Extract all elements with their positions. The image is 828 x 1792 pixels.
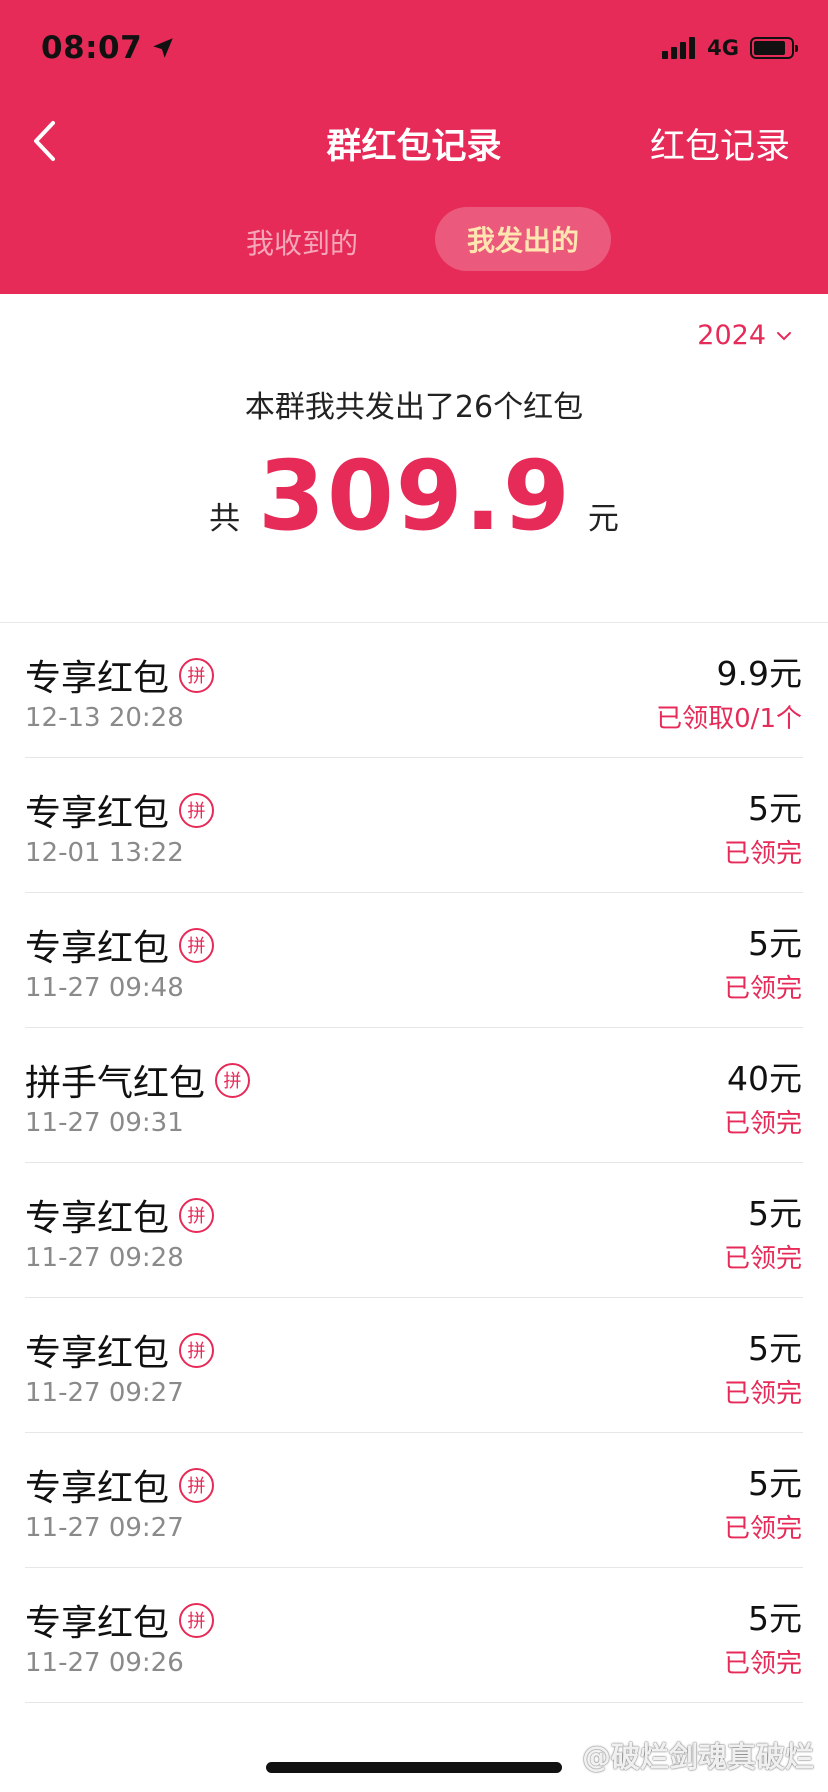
record-time: 11-27 09:48 <box>25 973 184 1003</box>
record-name: 专享红包 <box>25 1468 170 1509</box>
record-status: 已领完 <box>723 839 802 869</box>
status-time-text: 08:07 <box>41 30 143 66</box>
record-amount: 40元 <box>727 1059 802 1098</box>
record-time: 12-13 20:28 <box>25 703 184 733</box>
record-status: 已领完 <box>723 1244 802 1274</box>
back-button[interactable] <box>26 118 62 164</box>
pin-badge-icon: 拼 <box>179 657 215 693</box>
battery-level <box>754 41 785 55</box>
record-status: 已领取0/1个 <box>656 704 802 734</box>
home-indicator[interactable] <box>266 1762 562 1773</box>
pin-badge-icon: 拼 <box>179 1197 215 1233</box>
record-status: 已领完 <box>723 1109 802 1139</box>
red-packet-record[interactable]: 专享红包拼 11-27 09:26 5元 已领完 <box>0 1568 828 1703</box>
red-packet-record[interactable]: 专享红包拼 11-27 09:28 5元 已领完 <box>0 1163 828 1298</box>
location-arrow-icon <box>153 38 173 58</box>
tab-received[interactable]: 我收到的 <box>246 222 358 262</box>
red-packet-records-link[interactable]: 红包记录 <box>650 118 790 169</box>
pin-badge-icon: 拼 <box>215 1062 251 1098</box>
red-packet-record[interactable]: 专享红包拼 11-27 09:27 5元 已领完 <box>0 1433 828 1568</box>
chevron-down-icon <box>777 331 791 340</box>
pin-badge-icon: 拼 <box>179 927 215 963</box>
total-amount-block: 共 309.9 元 <box>0 440 828 552</box>
red-packet-record[interactable]: 专享红包拼 12-01 13:22 5元 已领完 <box>0 758 828 893</box>
pin-badge-icon: 拼 <box>179 1602 215 1638</box>
pin-badge-icon: 拼 <box>179 792 215 828</box>
record-status: 已领完 <box>723 974 802 1004</box>
status-bar-time: 08:07 <box>41 30 176 66</box>
year-value: 2024 <box>697 320 766 351</box>
signal-icon <box>662 37 696 59</box>
year-selector[interactable]: 2024 <box>697 320 792 351</box>
record-amount: 5元 <box>748 1194 802 1233</box>
red-packet-record[interactable]: 专享红包拼 11-27 09:27 5元 已领完 <box>0 1298 828 1433</box>
record-name: 专享红包 <box>25 793 170 834</box>
tab-sent[interactable]: 我发出的 <box>435 207 611 271</box>
record-name: 专享红包 <box>25 658 170 699</box>
network-type: 4G <box>707 36 739 60</box>
record-name: 专享红包 <box>25 1333 170 1374</box>
total-prefix: 共 <box>209 501 241 537</box>
red-packet-record[interactable]: 专享红包拼 12-13 20:28 9.9元 已领取0/1个 <box>0 623 828 758</box>
total-suffix: 元 <box>587 501 619 537</box>
red-packet-record[interactable]: 拼手气红包拼 11-27 09:31 40元 已领完 <box>0 1028 828 1163</box>
record-amount: 5元 <box>748 1599 802 1638</box>
record-amount: 5元 <box>748 789 802 828</box>
pin-badge-icon: 拼 <box>179 1467 215 1503</box>
pin-badge-icon: 拼 <box>179 1332 215 1368</box>
red-packet-record[interactable]: 专享红包拼 11-27 09:48 5元 已领完 <box>0 893 828 1028</box>
record-time: 11-27 09:27 <box>25 1378 184 1408</box>
record-status: 已领完 <box>723 1649 802 1679</box>
record-name: 拼手气红包 <box>25 1063 206 1104</box>
total-amount: 309.9 <box>258 440 572 552</box>
battery-icon <box>750 37 798 59</box>
record-name: 专享红包 <box>25 1198 170 1239</box>
red-packet-list: 专享红包拼 12-13 20:28 9.9元 已领取0/1个 专享红包拼 12-… <box>0 623 828 1703</box>
record-status: 已领完 <box>723 1514 802 1544</box>
record-time: 11-27 09:31 <box>25 1108 184 1138</box>
header: 08:07 4G 群红包记录 红包记录 我收到的 我发出的 <box>0 0 828 294</box>
record-status: 已领完 <box>723 1379 802 1409</box>
record-name: 专享红包 <box>25 928 170 969</box>
record-time: 12-01 13:22 <box>25 838 184 868</box>
record-amount: 5元 <box>748 924 802 963</box>
record-time: 11-27 09:26 <box>25 1648 184 1678</box>
chevron-left-icon <box>34 121 55 161</box>
summary-text: 本群我共发出了26个红包 <box>244 390 584 425</box>
watermark: @破烂剑魂真破烂 <box>581 1740 814 1774</box>
status-indicators: 4G <box>662 36 798 60</box>
record-time: 11-27 09:28 <box>25 1243 184 1273</box>
record-name: 专享红包 <box>25 1603 170 1644</box>
record-amount: 5元 <box>748 1329 802 1368</box>
record-time: 11-27 09:27 <box>25 1513 184 1543</box>
record-amount: 5元 <box>748 1464 802 1503</box>
record-amount: 9.9元 <box>716 654 802 693</box>
